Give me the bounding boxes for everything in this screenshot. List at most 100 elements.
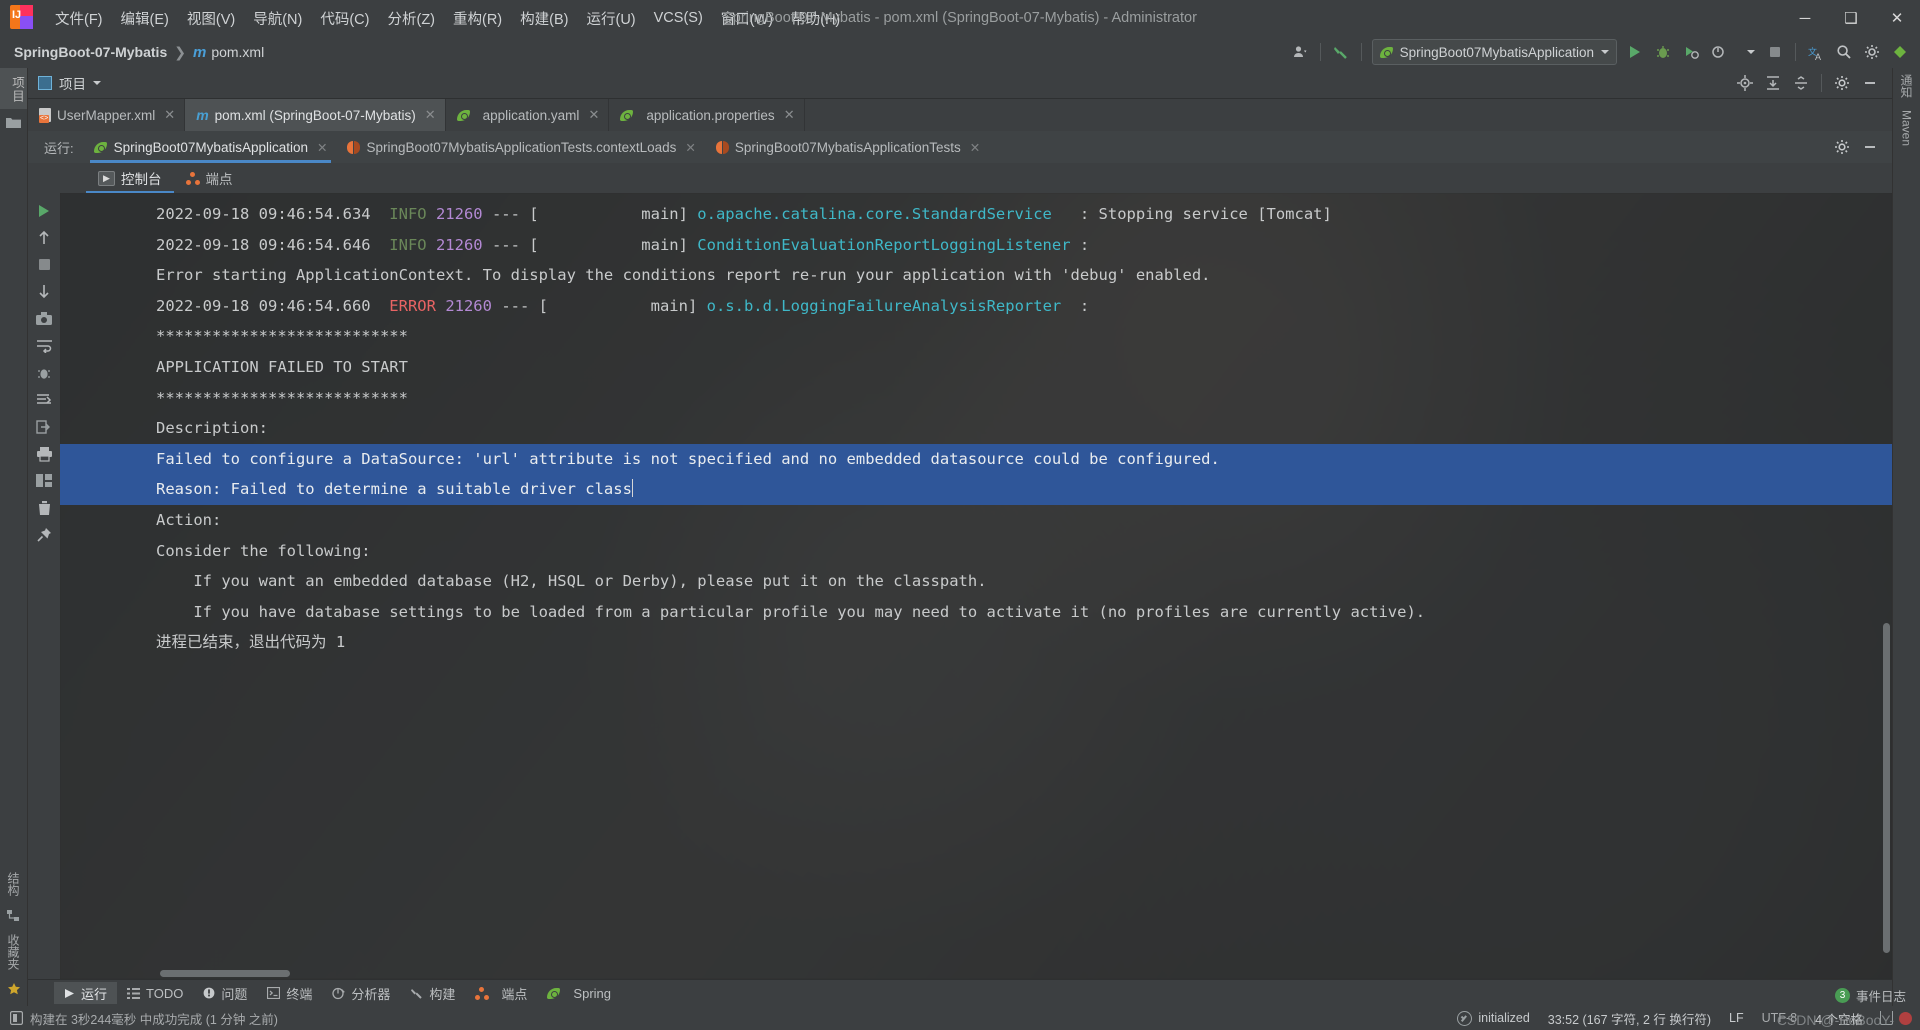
sidebar-item-project[interactable]: 项目 (0, 68, 27, 109)
close-icon[interactable]: ✕ (784, 107, 795, 123)
profiler-button[interactable] (1706, 39, 1732, 65)
console-line: *************************** (156, 388, 408, 407)
run-tab-contextloads[interactable]: SpringBoot07MybatisApplicationTests.cont… (337, 131, 705, 163)
debug-icon[interactable] (30, 359, 58, 386)
rerun-icon[interactable] (30, 197, 58, 224)
maximize-button[interactable]: ❑ (1828, 0, 1874, 36)
status-indent[interactable]: 4 个空格 (1806, 1009, 1872, 1028)
locate-icon[interactable] (1732, 70, 1758, 96)
editor-tab-usermapper[interactable]: UserMapper.xml ✕ (28, 99, 186, 131)
translate-icon[interactable]: 文A (1803, 39, 1829, 65)
run-button[interactable] (1622, 39, 1648, 65)
status-encoding[interactable]: UTF-8 (1753, 1011, 1806, 1025)
search-icon[interactable] (1831, 39, 1857, 65)
menu-edit[interactable]: 编辑(E) (112, 4, 178, 33)
gear-icon[interactable] (1829, 134, 1855, 160)
chevron-down-icon[interactable] (93, 81, 101, 85)
minimize-button[interactable]: ─ (1782, 0, 1828, 36)
toolwindow-endpoints[interactable]: 端点 (465, 982, 537, 1004)
collapse-all-icon[interactable] (1788, 70, 1814, 96)
toolwindow-label: 终端 (286, 986, 313, 1002)
toolwindow-terminal[interactable]: 终端 (257, 982, 322, 1004)
editor-tab-application-yaml[interactable]: application.yaml ✕ (445, 99, 610, 131)
menu-refactor[interactable]: 重构(R) (444, 4, 511, 33)
attach-dropdown-icon[interactable] (1734, 39, 1760, 65)
status-initialized[interactable]: initialized (1478, 1011, 1538, 1025)
menu-vcs[interactable]: VCS(S) (645, 6, 712, 30)
run-with-coverage-button[interactable] (1678, 39, 1704, 65)
toolwindow-run[interactable]: 运行 (54, 982, 118, 1004)
sidebar-item-favorites[interactable]: 收藏夹 (5, 928, 22, 976)
record-indicator-icon[interactable] (1899, 1011, 1912, 1025)
scroll-to-end-icon[interactable] (30, 386, 58, 413)
close-button[interactable]: ✕ (1874, 0, 1920, 36)
menu-build[interactable]: 构建(B) (511, 4, 577, 33)
folder-icon[interactable] (0, 109, 27, 135)
console-horizontal-scrollbar[interactable] (160, 970, 290, 977)
toolwindow-profiler[interactable]: 分析器 (322, 982, 400, 1004)
gear-icon[interactable] (1829, 70, 1855, 96)
console-text-area[interactable]: 2022-09-18 09:46:54.634 INFO 21260 --- [… (60, 193, 1892, 979)
console-icon: ▶ (98, 170, 115, 186)
sidebar-item-structure[interactable]: 结构 (5, 866, 22, 902)
build-hammer-icon[interactable] (1328, 39, 1354, 65)
print-icon[interactable] (30, 440, 58, 467)
toolwindow-build[interactable]: 构建 (400, 982, 465, 1004)
layout-icon[interactable] (30, 467, 58, 494)
status-line-separator[interactable]: LF (1720, 1011, 1753, 1025)
user-account-icon[interactable] (1287, 39, 1313, 65)
breadcrumb-project[interactable]: SpringBoot-07-Mybatis (14, 44, 167, 60)
camera-icon[interactable] (30, 305, 58, 332)
close-icon[interactable]: ✕ (685, 140, 695, 155)
run-tab-springboot07mybatisapplication[interactable]: SpringBoot07MybatisApplication ✕ (84, 131, 338, 163)
expand-all-icon[interactable] (1760, 70, 1786, 96)
close-icon[interactable]: ✕ (425, 107, 436, 123)
clear-all-trash-icon[interactable] (30, 494, 58, 521)
hide-tool-window-icon[interactable] (1857, 134, 1883, 160)
structure-icon[interactable] (0, 902, 27, 928)
pin-icon[interactable] (30, 521, 58, 548)
menu-code[interactable]: 代码(C) (311, 4, 378, 33)
menu-window[interactable]: 窗口(W) (712, 4, 782, 33)
event-log-indicator[interactable]: 3 事件日志 (1834, 986, 1906, 1005)
hide-tool-window-icon[interactable] (1857, 70, 1883, 96)
console-output[interactable]: 2022-09-18 09:46:54.634 INFO 21260 --- [… (60, 193, 1892, 979)
scroll-down-icon[interactable] (30, 278, 58, 305)
sidebar-item-maven[interactable]: Maven (1900, 104, 1914, 152)
plugin-icon[interactable] (1887, 39, 1913, 65)
editor-tab-application-properties[interactable]: application.properties ✕ (609, 99, 805, 131)
settings-gear-icon[interactable] (1859, 39, 1885, 65)
run-tab-tests[interactable]: SpringBoot07MybatisApplicationTests ✕ (706, 131, 990, 163)
console-vertical-scrollbar[interactable] (1883, 623, 1890, 953)
scroll-up-icon[interactable] (30, 224, 58, 251)
menu-view[interactable]: 视图(V) (178, 4, 244, 33)
run-configuration-selector[interactable]: SpringBoot07MybatisApplication (1371, 39, 1617, 65)
status-left: 构建在 3秒244毫秒 中成功完成 (1 分钟 之前) (10, 1009, 278, 1028)
toolwindow-spring[interactable]: Spring (537, 982, 621, 1004)
menu-run[interactable]: 运行(U) (577, 4, 644, 33)
editor-tab-pom[interactable]: m pom.xml (SpringBoot-07-Mybatis) ✕ (185, 99, 446, 131)
lock-icon[interactable] (1880, 1011, 1893, 1025)
menu-help[interactable]: 帮助(H) (782, 4, 849, 33)
menu-file[interactable]: 文件(F) (46, 4, 112, 33)
sidebar-item-notifications[interactable]: 通知 (1898, 68, 1915, 104)
toolwindow-todo[interactable]: TODO (117, 982, 193, 1004)
soft-wrap-icon[interactable] (30, 332, 58, 359)
debug-button[interactable] (1650, 39, 1676, 65)
console-tab-endpoints[interactable]: 端点 (174, 163, 245, 193)
close-icon[interactable]: ✕ (970, 140, 980, 155)
close-icon[interactable]: ✕ (164, 107, 175, 123)
stop-icon[interactable] (30, 251, 58, 278)
toolwindow-problems[interactable]: 问题 (193, 982, 257, 1004)
breadcrumb-file[interactable]: pom.xml (211, 44, 264, 60)
status-caret-position[interactable]: 33:52 (167 字符, 2 行 换行符) (1539, 1009, 1720, 1028)
close-icon[interactable]: ✕ (317, 140, 327, 155)
build-status-icon (10, 1011, 23, 1025)
star-icon[interactable] (0, 976, 27, 1002)
menu-analyze[interactable]: 分析(Z) (378, 4, 444, 33)
menu-navigate[interactable]: 导航(N) (244, 4, 311, 33)
import-icon[interactable] (30, 413, 58, 440)
stop-button[interactable] (1762, 39, 1788, 65)
console-tab-console[interactable]: ▶ 控制台 (86, 163, 174, 193)
close-icon[interactable]: ✕ (588, 107, 599, 123)
